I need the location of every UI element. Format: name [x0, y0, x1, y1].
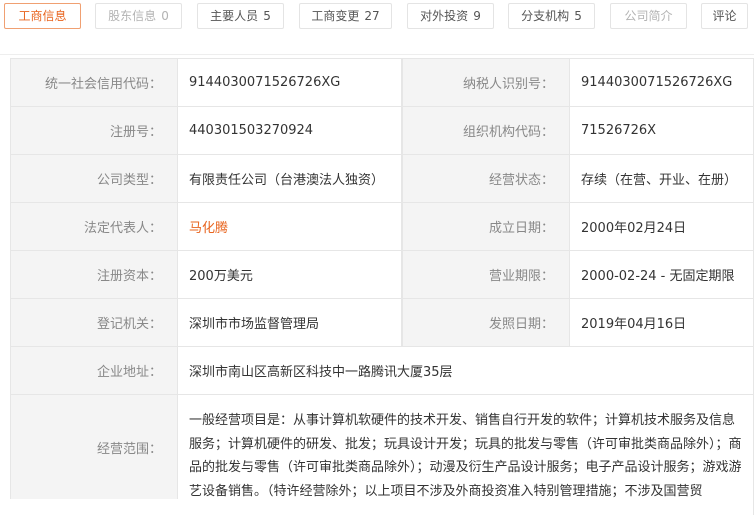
tab-comments[interactable]: 评论: [701, 3, 748, 29]
issue-date-value: 2019年04月16日: [570, 299, 754, 346]
authority-label: 登记机关：: [10, 299, 178, 346]
business-info-table: 统一社会信用代码： 9144030071526726XG 纳税人识别号： 914…: [10, 58, 754, 515]
divider: [0, 54, 754, 55]
tab-label: 工商信息: [18, 9, 67, 23]
tab-label: 股东信息: [108, 9, 157, 23]
scope-label: 经营范围：: [10, 395, 178, 499]
company-type-label: 公司类型：: [10, 155, 178, 202]
founded-date-label: 成立日期：: [402, 203, 570, 250]
table-row: 法定代表人： 马化腾 成立日期： 2000年02月24日: [10, 203, 754, 251]
tab-count: 5: [263, 9, 271, 23]
term-value: 2000-02-24 - 无固定期限: [570, 251, 754, 298]
reg-no-value: 440301503270924: [178, 107, 402, 154]
capital-value: 200万美元: [178, 251, 402, 298]
tab-count: 5: [574, 9, 582, 23]
tab-shareholders[interactable]: 股东信息 0: [95, 3, 182, 29]
org-code-label: 组织机构代码：: [402, 107, 570, 154]
legal-rep-label: 法定代表人：: [10, 203, 178, 250]
capital-label: 注册资本：: [10, 251, 178, 298]
table-row: 经营范围： 一般经营项目是：从事计算机软硬件的技术开发、销售自行开发的软件；计算…: [10, 395, 754, 515]
table-row: 登记机关： 深圳市市场监督管理局 发照日期： 2019年04月16日: [10, 299, 754, 347]
term-label: 营业期限：: [402, 251, 570, 298]
tab-label: 公司简介: [624, 9, 673, 23]
tab-key-people[interactable]: 主要人员 5: [197, 3, 284, 29]
founded-date-value: 2000年02月24日: [570, 203, 754, 250]
legal-rep-link[interactable]: 马化腾: [178, 203, 402, 250]
tab-company-profile[interactable]: 公司简介: [610, 3, 687, 29]
taxpayer-id-value: 9144030071526726XG: [570, 59, 754, 106]
address-value: 深圳市南山区高新区科技中一路腾讯大厦35层: [178, 347, 754, 394]
authority-value: 深圳市市场监督管理局: [178, 299, 402, 346]
table-row: 统一社会信用代码： 9144030071526726XG 纳税人识别号： 914…: [10, 59, 754, 107]
credit-code-label: 统一社会信用代码：: [10, 59, 178, 106]
issue-date-label: 发照日期：: [402, 299, 570, 346]
scope-value: 一般经营项目是：从事计算机软硬件的技术开发、销售自行开发的软件；计算机技术服务及…: [178, 395, 754, 515]
company-type-value: 有限责任公司（台港澳法人独资）: [178, 155, 402, 202]
tab-label: 主要人员: [210, 9, 259, 23]
table-row: 注册资本： 200万美元 营业期限： 2000-02-24 - 无固定期限: [10, 251, 754, 299]
tab-investments[interactable]: 对外投资 9: [407, 3, 494, 29]
taxpayer-id-label: 纳税人识别号：: [402, 59, 570, 106]
reg-no-label: 注册号：: [10, 107, 178, 154]
tab-bar: 工商信息 股东信息 0 主要人员 5 工商变更 27 对外投资 9 分支机构 5 公司简介…: [0, 0, 754, 35]
address-label: 企业地址：: [10, 347, 178, 394]
tab-changes[interactable]: 工商变更 27: [299, 3, 392, 29]
tab-count: 9: [473, 9, 481, 23]
tab-count: 27: [364, 9, 380, 23]
table-row: 企业地址： 深圳市南山区高新区科技中一路腾讯大厦35层: [10, 347, 754, 395]
tab-label: 工商变更: [311, 9, 360, 23]
tab-branches[interactable]: 分支机构 5: [508, 3, 595, 29]
tab-label: 评论: [712, 9, 737, 23]
org-code-value: 71526726X: [570, 107, 754, 154]
table-row: 公司类型： 有限责任公司（台港澳法人独资） 经营状态： 存续（在营、开业、在册）: [10, 155, 754, 203]
tab-label: 对外投资: [420, 9, 469, 23]
credit-code-value: 9144030071526726XG: [178, 59, 402, 106]
status-label: 经营状态：: [402, 155, 570, 202]
tab-count: 0: [161, 9, 169, 23]
tab-label: 分支机构: [521, 9, 570, 23]
status-value: 存续（在营、开业、在册）: [570, 155, 754, 202]
table-row: 注册号： 440301503270924 组织机构代码： 71526726X: [10, 107, 754, 155]
tab-business-info[interactable]: 工商信息: [4, 3, 81, 29]
